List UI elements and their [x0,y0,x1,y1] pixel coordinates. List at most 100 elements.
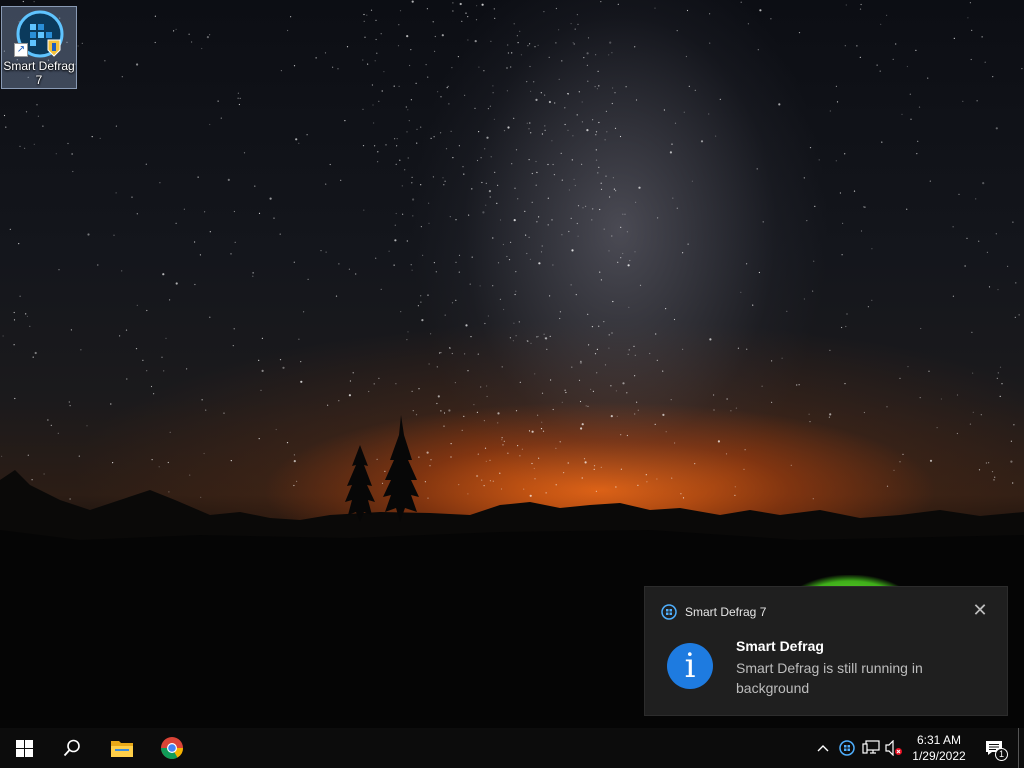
star [388,250,390,252]
star [435,271,437,273]
star [528,236,530,238]
star [927,77,929,79]
star [544,129,546,131]
star [13,311,15,314]
chrome-icon [161,737,183,759]
star [513,23,515,25]
star [859,56,861,59]
star [337,68,339,70]
star [455,261,457,263]
star [579,361,583,364]
start-button[interactable] [0,728,48,768]
star [608,54,610,56]
star [541,392,544,394]
star [546,348,548,350]
star [845,4,847,6]
star [543,11,545,13]
tray-smart-defrag[interactable] [837,728,857,768]
star [527,340,529,342]
show-hidden-icons-button[interactable] [813,728,833,768]
star [1001,383,1003,385]
star [758,271,761,274]
star [535,160,537,163]
star [377,161,379,163]
star [796,384,798,386]
star [194,283,196,286]
star [380,288,382,290]
star [688,85,690,87]
star [507,126,510,129]
star [428,363,430,365]
star [604,364,607,366]
star [999,366,1002,368]
star [899,377,901,379]
star [555,42,557,44]
star [540,92,542,94]
search-button[interactable] [48,728,96,768]
toast-title: Smart Defrag [736,638,824,654]
close-icon[interactable]: ✕ [971,601,989,619]
star [484,322,486,325]
star [493,8,495,10]
star [622,213,624,215]
star [603,228,605,230]
star [406,35,409,38]
star [895,43,897,45]
taskbar-file-explorer[interactable] [98,728,146,768]
star [747,23,750,25]
star [344,120,346,122]
star [220,117,222,119]
star [362,145,365,147]
star [594,353,597,355]
tray-volume[interactable] [884,728,904,768]
star [920,327,922,330]
taskbar-chrome[interactable] [148,728,196,768]
toast-message: Smart Defrag is still running in backgro… [736,660,923,696]
star [578,91,580,93]
star [393,85,395,87]
star [700,140,704,143]
star [685,55,688,58]
star [492,237,494,239]
star [533,81,535,83]
star [97,264,99,266]
star [573,178,575,180]
star [596,348,599,350]
star [553,174,556,176]
star [639,284,642,286]
star [476,5,478,7]
star [230,253,232,255]
star [972,372,974,374]
star [627,353,629,355]
star [740,1,742,3]
star [42,125,44,127]
star [548,56,550,59]
star [962,100,964,102]
star [682,252,684,254]
star [608,334,610,336]
star [558,29,560,31]
star [575,294,577,296]
star [162,273,165,276]
desktop-icon-smart-defrag[interactable]: ↗ Smart Defrag 7 [1,6,77,89]
star [485,182,487,184]
star [530,342,532,344]
star [586,129,589,132]
taskbar-clock[interactable]: 6:31 AM 1/29/2022 [903,732,975,764]
star [614,127,617,129]
notification-count-badge: 1 [995,748,1008,761]
star [201,47,203,50]
star [676,207,678,209]
star [254,185,256,187]
star [367,63,369,65]
star [398,24,400,26]
tray-network[interactable] [861,728,881,768]
star [867,306,870,308]
star [486,395,488,398]
star [657,217,659,219]
toast-notification[interactable]: Smart Defrag 7 ✕ i Smart Defrag Smart De… [644,586,1008,716]
star [375,38,377,41]
action-center-button[interactable]: 1 [980,728,1008,768]
star [634,46,636,48]
show-desktop-button[interactable] [1018,728,1024,768]
